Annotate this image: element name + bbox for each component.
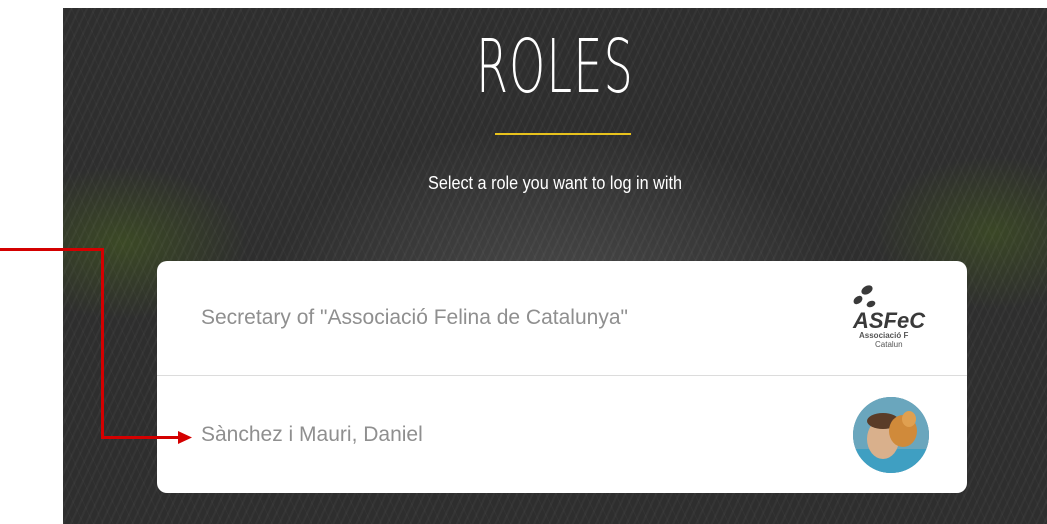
- role-label: Sànchez i Mauri, Daniel: [201, 423, 423, 446]
- annotation-line-vertical: [101, 248, 104, 439]
- asfec-logo-icon: ASFeC Associació F Catalun: [845, 278, 929, 358]
- logo-main-text: ASFeC: [852, 308, 926, 333]
- logo-line1-text: Associació F: [859, 331, 908, 340]
- role-item-user[interactable]: Sànchez i Mauri, Daniel: [157, 377, 967, 493]
- logo-line2-text: Catalun: [875, 340, 903, 349]
- page-subtitle: Select a role you want to log in with: [428, 173, 682, 193]
- role-label: Secretary of "Associació Felina de Catal…: [201, 306, 628, 329]
- user-avatar-icon: [853, 397, 929, 473]
- annotation-line-top: [0, 248, 104, 251]
- page-title: ROLES: [476, 24, 634, 110]
- annotation-arrow-icon: [178, 431, 192, 444]
- hero-background: ROLES Select a role you want to log in w…: [63, 8, 1047, 524]
- roles-card: Secretary of "Associació Felina de Catal…: [157, 261, 967, 493]
- role-item-secretary[interactable]: Secretary of "Associació Felina de Catal…: [157, 261, 967, 376]
- annotation-line-bottom: [101, 436, 181, 439]
- title-underline: [495, 133, 631, 135]
